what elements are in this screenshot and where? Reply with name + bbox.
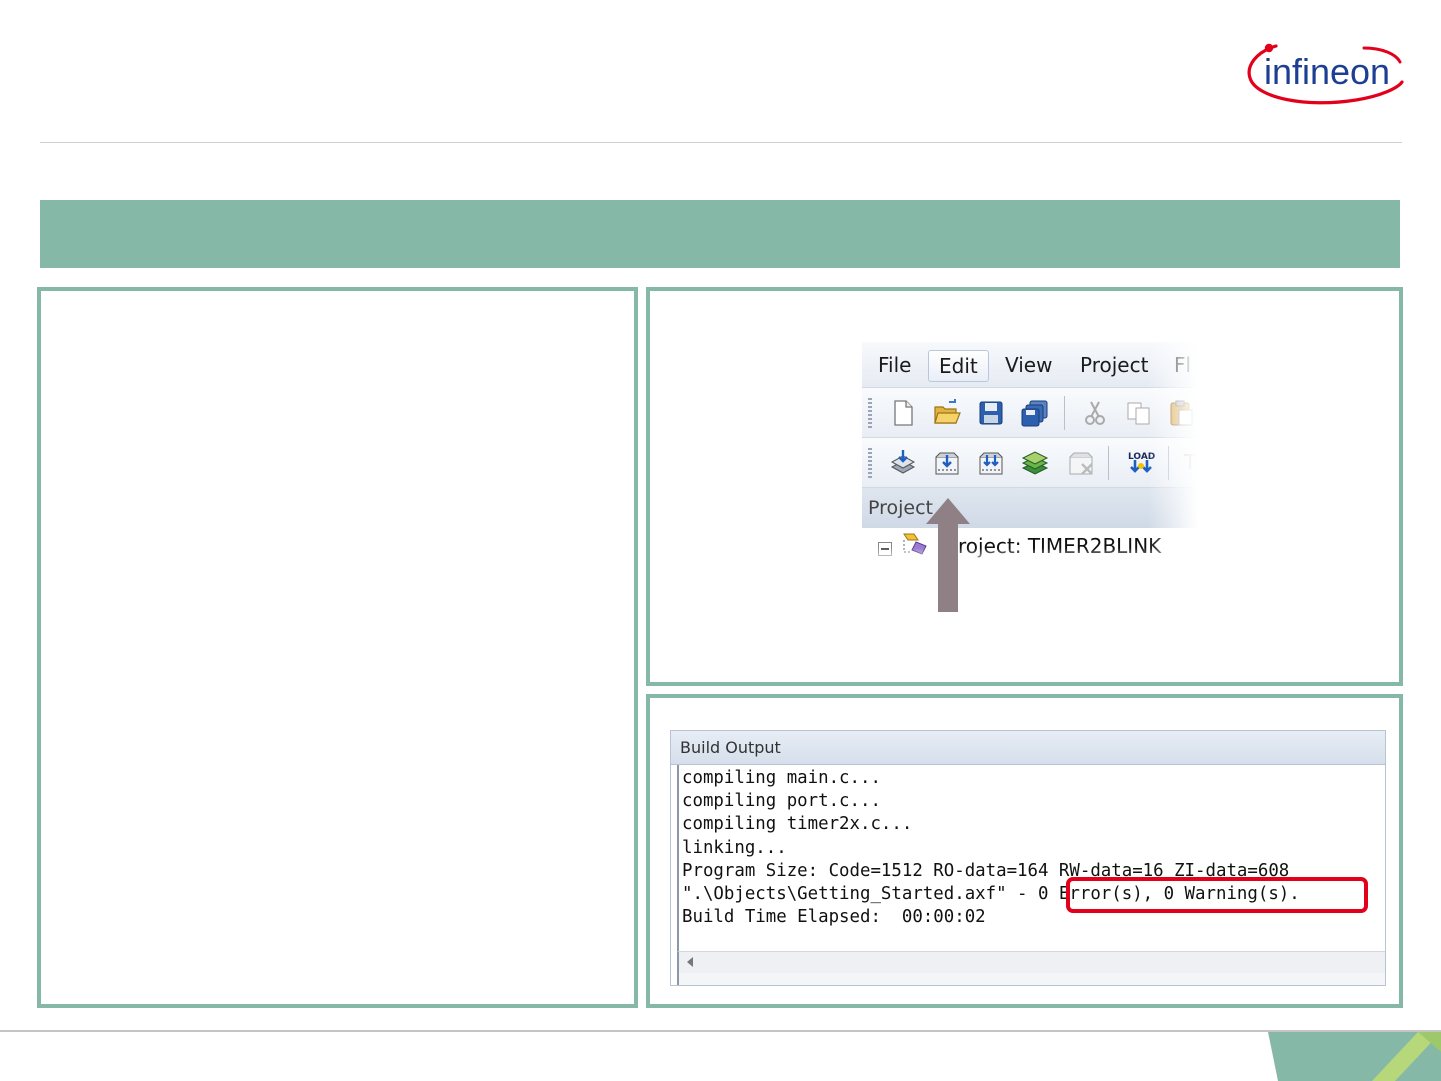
project-tree-label[interactable]: roject: TIMER2BLINK bbox=[958, 534, 1161, 558]
project-window-header: Project bbox=[862, 488, 1198, 528]
scroll-left-arrow-icon[interactable] bbox=[687, 957, 693, 967]
build-log-line: linking... bbox=[682, 837, 787, 858]
slide-title-band bbox=[40, 200, 1400, 268]
tree-collapse-toggle[interactable] bbox=[878, 542, 892, 556]
save-all-icon[interactable] bbox=[1020, 398, 1050, 428]
footer-corner-decoration bbox=[1268, 1032, 1441, 1081]
horizontal-scrollbar[interactable] bbox=[677, 951, 1385, 973]
build-icon[interactable] bbox=[932, 448, 962, 478]
build-toolbar: LOAD T bbox=[862, 438, 1198, 488]
build-output-window: Build Output compiling main.c... compili… bbox=[670, 730, 1386, 986]
file-toolbar bbox=[862, 388, 1198, 438]
toolbar-target-fragment: T bbox=[1184, 450, 1197, 474]
build-log-line: compiling port.c... bbox=[682, 791, 881, 812]
pointer-arrow-icon bbox=[924, 498, 972, 612]
left-content-panel bbox=[37, 287, 638, 1008]
paste-icon[interactable] bbox=[1166, 398, 1196, 428]
cut-icon[interactable] bbox=[1080, 398, 1110, 428]
header-divider bbox=[40, 142, 1402, 143]
menu-view[interactable]: View bbox=[995, 350, 1062, 382]
footer-divider bbox=[0, 1030, 1441, 1032]
toolbar-separator bbox=[1064, 396, 1065, 430]
menu-edit[interactable]: Edit bbox=[928, 350, 989, 382]
build-output-title: Build Output bbox=[671, 731, 1385, 765]
infineon-logo: infineon bbox=[1246, 38, 1404, 108]
load-icon[interactable]: LOAD bbox=[1126, 448, 1156, 478]
menu-flash[interactable]: Fl bbox=[1164, 350, 1198, 382]
menu-file[interactable]: File bbox=[868, 350, 921, 382]
svg-text:infineon: infineon bbox=[1264, 51, 1390, 92]
copy-icon[interactable] bbox=[1124, 398, 1154, 428]
build-output-footer bbox=[677, 973, 1385, 985]
result-highlight-box bbox=[1066, 877, 1368, 913]
stop-build-icon[interactable] bbox=[1066, 448, 1096, 478]
batch-build-icon[interactable] bbox=[1020, 448, 1050, 478]
build-log-line: compiling timer2x.c... bbox=[682, 814, 913, 835]
svg-text:LOAD: LOAD bbox=[1128, 452, 1155, 462]
build-output-log: compiling main.c... compiling port.c... … bbox=[677, 765, 1385, 953]
toolbar-separator bbox=[1108, 446, 1109, 480]
new-file-icon[interactable] bbox=[888, 398, 918, 428]
toolbar-grip bbox=[868, 448, 872, 478]
rebuild-icon[interactable] bbox=[976, 448, 1006, 478]
build-log-line: compiling main.c... bbox=[682, 768, 881, 788]
menu-bar: File Edit View Project Fl bbox=[862, 342, 1198, 388]
toolbar-separator bbox=[1168, 446, 1169, 480]
save-icon[interactable] bbox=[976, 398, 1006, 428]
open-folder-icon[interactable] bbox=[932, 398, 962, 428]
toolbar-grip bbox=[868, 398, 872, 428]
project-tree: roject: TIMER2BLINK bbox=[862, 528, 1198, 570]
menu-project[interactable]: Project bbox=[1070, 350, 1158, 382]
translate-icon[interactable] bbox=[888, 448, 918, 478]
ide-window-crop: File Edit View Project Fl LOAD T Project… bbox=[862, 342, 1198, 570]
